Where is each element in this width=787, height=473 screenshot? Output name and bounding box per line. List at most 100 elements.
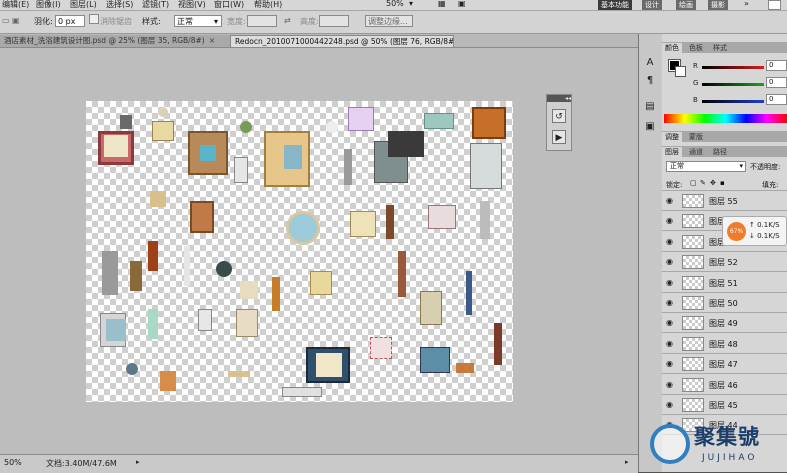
workspace-photo-button[interactable]: 摄影 (708, 0, 728, 10)
tab-redocn-doc[interactable]: Redocn_2010071000442248.psd @ 50% (图层 76… (230, 35, 454, 47)
furniture-fridge (470, 143, 502, 189)
blue-slider[interactable] (702, 100, 764, 103)
paragraph-icon[interactable]: ¶ (642, 74, 658, 88)
visibility-eye-icon[interactable]: ◉ (666, 216, 673, 225)
green-value[interactable]: 0 (766, 77, 787, 88)
antialias-checkbox[interactable] (89, 14, 99, 24)
visibility-eye-icon[interactable]: ◉ (666, 196, 673, 205)
furniture-shelf (386, 205, 394, 239)
red-value[interactable]: 0 (766, 60, 787, 71)
background-color-swatch[interactable] (675, 66, 686, 77)
status-zoom[interactable]: 50% (4, 458, 22, 467)
menu-layer[interactable]: 图层(L) (70, 0, 97, 10)
document-canvas[interactable] (86, 101, 513, 402)
visibility-eye-icon[interactable]: ◉ (666, 359, 673, 368)
download-value: 0.1K/S (757, 232, 780, 240)
blend-mode-select[interactable]: 正常 ▾ (666, 161, 746, 172)
furniture-rug (370, 337, 392, 359)
visibility-eye-icon[interactable]: ◉ (666, 278, 673, 287)
layer-name: 图层 48 (709, 339, 738, 349)
furniture-stool (150, 191, 166, 207)
search-box[interactable] (768, 0, 781, 10)
more-workspaces-icon[interactable]: » (744, 0, 749, 8)
lock-brush-icon[interactable]: ✎ (700, 179, 706, 187)
red-slider[interactable] (702, 66, 764, 69)
lock-all-icon[interactable]: ▪ (720, 179, 725, 187)
layer-row[interactable]: ◉ 图层 51 (662, 272, 787, 293)
style-select[interactable]: 正常 ▾ (174, 15, 222, 27)
layer-thumbnail (682, 357, 704, 372)
width-input[interactable] (247, 15, 277, 27)
layer-row[interactable]: ◉ 图层 49 (662, 313, 787, 334)
tab-layers[interactable]: 图层 (662, 147, 682, 157)
layer-row[interactable]: ◉ 图层 48 (662, 333, 787, 354)
menu-edit[interactable]: 编辑(E) (2, 0, 29, 10)
menu-view[interactable]: 视图(V) (178, 0, 206, 10)
layer-row[interactable]: ◉ 图层 46 (662, 374, 787, 395)
status-arrow-icon[interactable]: ▸ (136, 458, 140, 466)
tool-preset-icon[interactable]: ▭ (2, 16, 10, 25)
visibility-eye-icon[interactable]: ◉ (666, 318, 673, 327)
visibility-eye-icon[interactable]: ◉ (666, 339, 673, 348)
layer-row[interactable]: ◉ 图层 47 (662, 354, 787, 375)
lock-transparent-icon[interactable]: ▢ (690, 179, 697, 187)
green-slider[interactable] (702, 83, 764, 86)
layer-row[interactable]: ◉ 图层 52 (662, 252, 787, 273)
red-label: R (693, 62, 698, 70)
panel-collapse-icon[interactable]: ◂◂ (547, 95, 571, 102)
screen-mode-icon[interactable]: ▣ (458, 0, 466, 8)
menu-filter[interactable]: 滤镜(T) (142, 0, 169, 10)
tab-adjustments[interactable]: 调整 (662, 132, 682, 142)
arrange-icon[interactable]: ▦ (438, 0, 446, 8)
network-speed-widget[interactable]: 67% ↑ 0.1K/S ↓ 0.1K/S (722, 216, 787, 246)
layer-row[interactable]: ◉ 图层 55 (662, 191, 787, 211)
clone-source-icon[interactable]: ▤ (642, 100, 658, 114)
tab-hotel-doc[interactable]: 酒店素材_洗浴建筑设计图.psd @ 25% (图层 35, RGB/8#) × (0, 35, 230, 47)
tab-styles[interactable]: 样式 (710, 43, 730, 53)
layer-name: 图层 55 (709, 197, 738, 206)
opacity-label: 不透明度: (750, 163, 781, 171)
lock-move-icon[interactable]: ✥ (710, 179, 716, 187)
zoom-menu[interactable]: 50% (386, 0, 404, 8)
character-icon[interactable]: A (642, 56, 658, 70)
history-icon[interactable]: ↺ (552, 109, 566, 123)
scroll-right-icon[interactable]: ▸ (625, 458, 629, 466)
color-spectrum-bar[interactable] (664, 114, 787, 123)
tab-masks[interactable]: 蒙版 (686, 132, 706, 142)
menu-window[interactable]: 窗口(W) (214, 0, 244, 10)
visibility-eye-icon[interactable]: ◉ (666, 380, 673, 389)
tool-presets-icon[interactable]: ▣ (642, 120, 658, 134)
height-input[interactable] (319, 15, 349, 27)
layer-row[interactable]: ◉ 图层 45 (662, 395, 787, 415)
menu-select[interactable]: 选择(S) (106, 0, 133, 10)
selection-mode-icon[interactable]: ▣ (12, 16, 20, 25)
close-icon[interactable]: × (209, 36, 215, 45)
furniture-cushion (120, 115, 132, 129)
workspace-essentials-button[interactable]: 基本功能 (598, 0, 632, 10)
tab-paths[interactable]: 路径 (710, 147, 730, 157)
menu-image[interactable]: 图像(I) (36, 0, 61, 10)
tab-swatches[interactable]: 色板 (686, 43, 706, 53)
workspace-design-button[interactable]: 设计 (642, 0, 662, 10)
refine-edge-button[interactable]: 调整边缘... (365, 15, 413, 27)
furniture-bath-tub (348, 107, 374, 131)
visibility-eye-icon[interactable]: ◉ (666, 298, 673, 307)
document-workspace[interactable]: ◂◂ ↺ ▶ (0, 48, 638, 454)
swap-icon[interactable]: ⇄ (284, 16, 291, 25)
layer-row[interactable]: ◉ 图层 50 (662, 293, 787, 313)
visibility-eye-icon[interactable]: ◉ (666, 400, 673, 409)
visibility-eye-icon[interactable]: ◉ (666, 237, 673, 246)
tab-channels[interactable]: 通道 (686, 147, 706, 157)
furniture-wood-block (456, 363, 474, 373)
chevron-down-icon[interactable]: ▾ (409, 0, 413, 8)
menu-help[interactable]: 帮助(H) (254, 0, 282, 10)
blue-value[interactable]: 0 (766, 94, 787, 105)
actions-icon[interactable]: ▶ (552, 130, 566, 144)
down-arrow-icon: ↓ (749, 232, 758, 240)
adjust-panel-tabs: 调整 蒙版 (662, 131, 787, 142)
visibility-eye-icon[interactable]: ◉ (666, 257, 673, 266)
tab-color[interactable]: 颜色 (662, 43, 682, 53)
feather-input[interactable]: 0 px (55, 15, 85, 27)
workspace-paint-button[interactable]: 绘画 (676, 0, 696, 10)
furniture-cabinet-2 (272, 277, 280, 311)
